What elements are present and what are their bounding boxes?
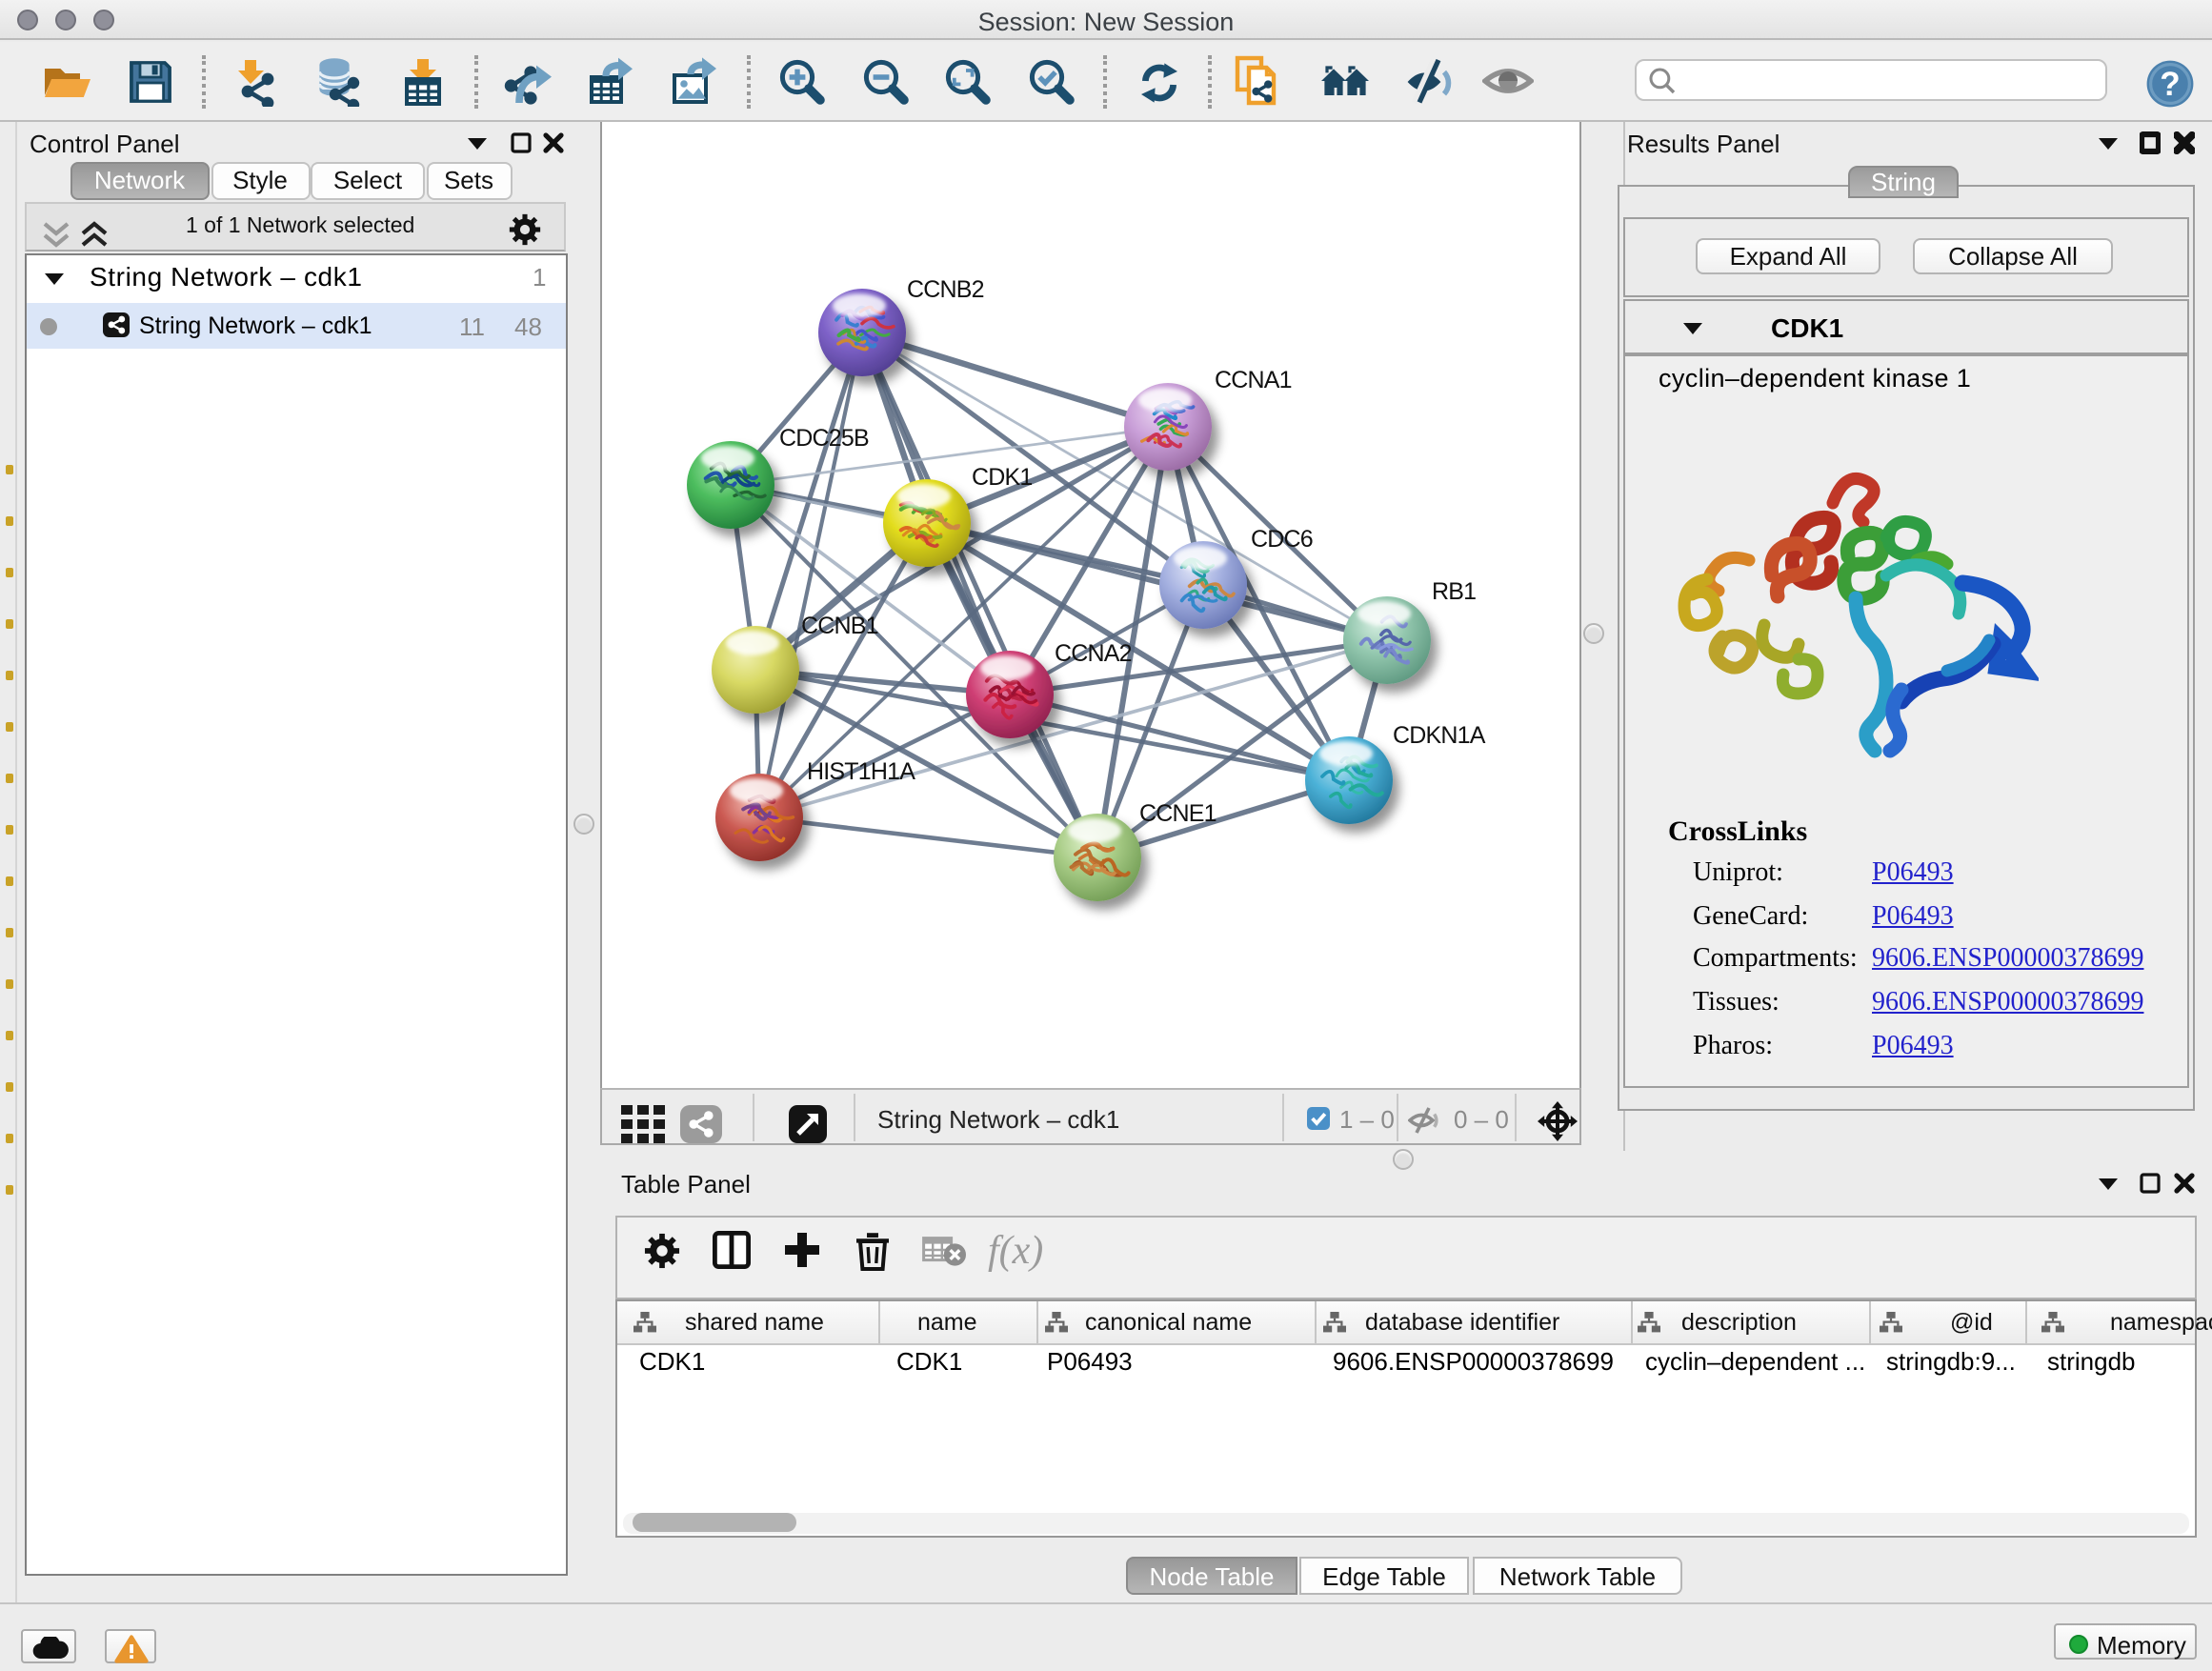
svg-text:?: ? bbox=[2160, 66, 2180, 103]
svg-text:CCNE1: CCNE1 bbox=[1139, 799, 1217, 826]
svg-text:CCNA1: CCNA1 bbox=[1215, 366, 1292, 393]
svg-text:CDKN1A: CDKN1A bbox=[1393, 721, 1486, 748]
svg-text:RB1: RB1 bbox=[1432, 577, 1476, 604]
svg-text:HIST1H1A: HIST1H1A bbox=[807, 757, 915, 784]
svg-text:CDK1: CDK1 bbox=[972, 463, 1033, 490]
svg-text:CDC6: CDC6 bbox=[1251, 525, 1313, 552]
svg-text:CCNA2: CCNA2 bbox=[1055, 639, 1132, 666]
svg-text:CCNB2: CCNB2 bbox=[907, 275, 984, 302]
svg-text:CCNB1: CCNB1 bbox=[801, 612, 878, 638]
svg-text:CDC25B: CDC25B bbox=[779, 424, 869, 451]
